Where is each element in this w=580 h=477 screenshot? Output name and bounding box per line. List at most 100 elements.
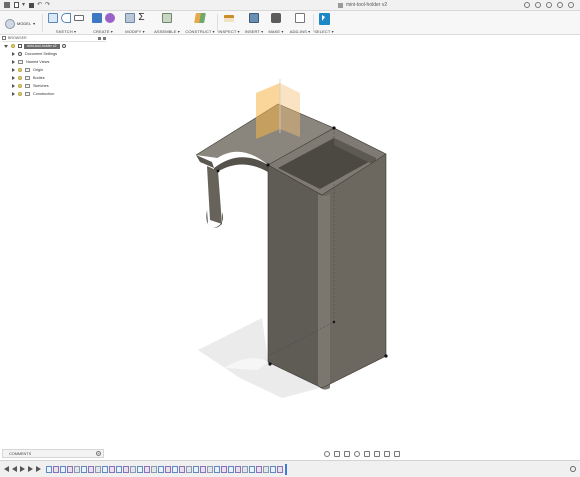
add-comment-icon[interactable]: + <box>96 451 101 456</box>
timeline-extrude-feature[interactable] <box>221 465 227 473</box>
expand-triangle-icon[interactable] <box>4 44 8 48</box>
timeline-extrude-feature[interactable] <box>53 465 59 473</box>
timeline-sketch-feature[interactable] <box>137 465 143 473</box>
timeline-feature[interactable] <box>74 465 80 473</box>
addins-group[interactable]: ADD-INS ▾ <box>287 13 313 34</box>
pin-icon[interactable] <box>98 36 101 40</box>
expand-triangle-icon[interactable] <box>12 84 15 88</box>
timeline-feature[interactable] <box>151 465 157 473</box>
tree-item-sketches[interactable]: Sketches <box>2 82 106 90</box>
timeline-sketch-feature[interactable] <box>249 465 255 473</box>
modify-menu[interactable]: MODIFY ▾ <box>120 29 150 34</box>
redo-icon[interactable]: ↷ <box>45 2 50 8</box>
viewports-icon[interactable] <box>394 451 400 457</box>
help-icon[interactable] <box>557 2 563 8</box>
measure-icon[interactable] <box>224 15 234 22</box>
timeline-extrude-feature[interactable] <box>88 465 94 473</box>
orbit-icon[interactable] <box>324 451 330 457</box>
addins-menu[interactable]: ADD-INS ▾ <box>287 29 313 34</box>
timeline-extrude-feature[interactable] <box>179 465 185 473</box>
vertex-point[interactable] <box>268 362 272 366</box>
select-group[interactable]: SELECT ▾ <box>314 13 334 34</box>
inspect-menu[interactable]: INSPECT ▾ <box>218 29 240 34</box>
select-cursor-icon[interactable] <box>318 13 330 25</box>
origin-plane-gizmo[interactable] <box>254 79 302 143</box>
offset-plane-icon[interactable] <box>194 13 206 23</box>
timeline-extrude-feature[interactable] <box>235 465 241 473</box>
timeline-extrude-feature[interactable] <box>123 465 129 473</box>
file-icon[interactable] <box>14 2 19 8</box>
save-icon[interactable] <box>29 2 35 8</box>
grid-settings-icon[interactable] <box>384 451 390 457</box>
document-tab[interactable]: mini-tool-holder v2 <box>338 2 387 8</box>
insert-image-icon[interactable] <box>249 13 259 23</box>
timeline-feature[interactable] <box>130 465 136 473</box>
press-pull-icon[interactable] <box>125 13 136 23</box>
display-settings-icon[interactable] <box>374 451 380 457</box>
select-menu[interactable]: SELECT ▾ <box>314 29 334 34</box>
expand-triangle-icon[interactable] <box>12 60 15 64</box>
inspect-group[interactable]: INSPECT ▾ <box>218 13 240 34</box>
timeline-sketch-feature[interactable] <box>46 465 52 473</box>
timeline-sketch-feature[interactable] <box>193 465 199 473</box>
step-forward-icon[interactable] <box>28 466 33 472</box>
timeline-sketch-feature[interactable] <box>81 465 87 473</box>
timeline-sketch-feature[interactable] <box>102 465 108 473</box>
vertex-point[interactable] <box>332 320 336 324</box>
timeline-sketch-feature[interactable] <box>228 465 234 473</box>
vertex-point[interactable] <box>332 126 336 130</box>
timeline-feature[interactable] <box>263 465 269 473</box>
tree-item-origin[interactable]: Origin <box>2 66 106 74</box>
create-menu[interactable]: CREATE ▾ <box>90 29 116 34</box>
timeline-extrude-feature[interactable] <box>109 465 115 473</box>
expand-triangle-icon[interactable] <box>12 52 15 56</box>
scripts-addins-icon[interactable] <box>295 13 305 23</box>
user-avatar[interactable] <box>568 2 574 8</box>
timeline-extrude-feature[interactable] <box>256 465 262 473</box>
sigma-parameters-icon[interactable]: Σ <box>138 13 144 23</box>
pan-icon[interactable] <box>344 451 350 457</box>
notifications-icon[interactable] <box>546 2 552 8</box>
assemble-group[interactable]: ASSEMBLE ▾ <box>153 13 181 34</box>
job-status-icon[interactable] <box>535 2 541 8</box>
expand-icon[interactable] <box>103 36 106 40</box>
insert-menu[interactable]: INSERT ▾ <box>243 29 265 34</box>
activate-target-icon[interactable] <box>61 44 66 48</box>
sketch-group[interactable]: SKETCH ▾ <box>45 13 87 34</box>
visibility-bulb-icon[interactable] <box>18 76 22 80</box>
chevron-down-icon[interactable]: ▾ <box>22 2 25 8</box>
timeline-feature[interactable] <box>207 465 213 473</box>
timeline-extrude-feature[interactable] <box>165 465 171 473</box>
expand-triangle-icon[interactable] <box>12 76 15 80</box>
tree-item-bodies[interactable]: Bodies <box>2 74 106 82</box>
go-to-start-icon[interactable] <box>4 466 9 472</box>
fit-icon[interactable] <box>364 451 370 457</box>
tree-item-document-settings[interactable]: Document Settings <box>2 50 106 58</box>
tree-item-named-views[interactable]: Named Views <box>2 58 106 66</box>
timeline-sketch-feature[interactable] <box>172 465 178 473</box>
sketch-arc-icon[interactable] <box>61 13 71 23</box>
timeline-extrude-feature[interactable] <box>67 465 73 473</box>
timeline-marker[interactable] <box>285 463 287 475</box>
timeline-extrude-feature[interactable] <box>144 465 150 473</box>
visibility-bulb-icon[interactable] <box>11 44 15 48</box>
expand-triangle-icon[interactable] <box>12 68 15 72</box>
step-back-icon[interactable] <box>12 466 17 472</box>
vertex-point[interactable] <box>384 354 388 358</box>
undo-icon[interactable]: ↶ <box>37 2 42 8</box>
modify-group[interactable]: Σ MODIFY ▾ <box>120 13 150 35</box>
workspace-switcher[interactable]: MODEL ▾ <box>4 16 40 30</box>
expand-triangle-icon[interactable] <box>12 92 15 96</box>
joint-icon[interactable] <box>162 13 172 23</box>
play-icon[interactable] <box>20 466 25 472</box>
visibility-bulb-icon[interactable] <box>18 68 22 72</box>
make-menu[interactable]: MAKE ▾ <box>266 29 286 34</box>
form-icon[interactable] <box>104 13 115 23</box>
timeline-sketch-feature[interactable] <box>214 465 220 473</box>
construct-group[interactable]: CONSTRUCT ▾ <box>184 13 216 34</box>
timeline-extrude-feature[interactable] <box>200 465 206 473</box>
timeline-sketch-feature[interactable] <box>158 465 164 473</box>
make-group[interactable]: MAKE ▾ <box>266 13 286 34</box>
timeline-settings-icon[interactable] <box>570 466 576 472</box>
look-at-icon[interactable] <box>334 451 340 457</box>
